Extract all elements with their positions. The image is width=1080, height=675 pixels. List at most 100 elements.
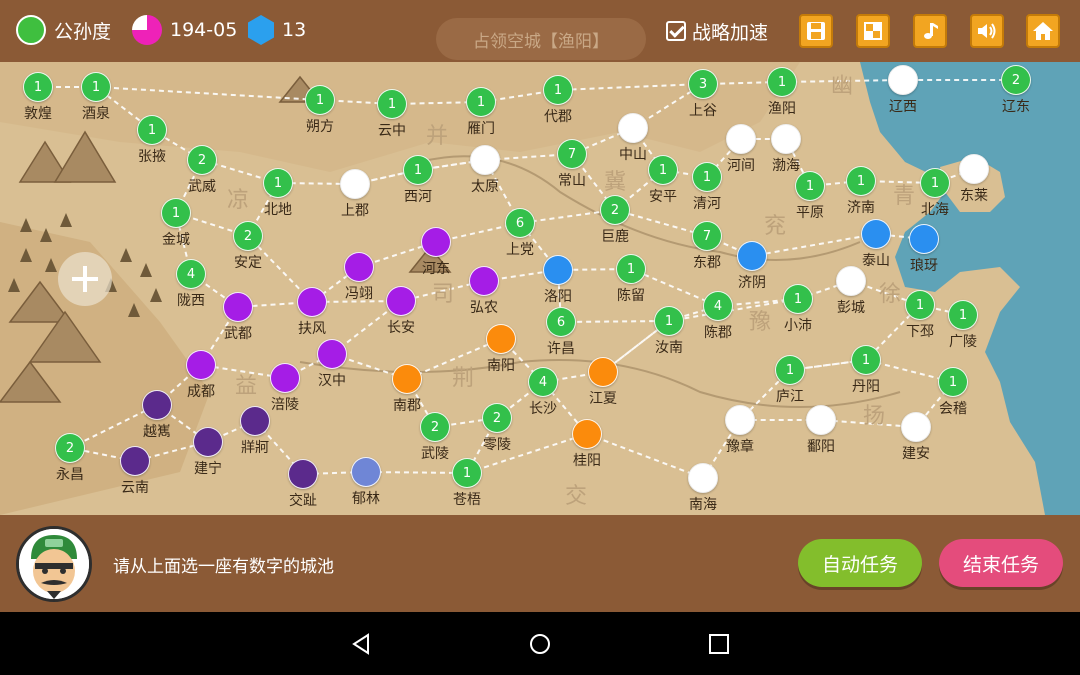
- zoom-in-button[interactable]: [58, 252, 112, 306]
- sound-button[interactable]: [970, 14, 1004, 48]
- city-marker[interactable]: 4: [528, 367, 558, 397]
- city-name: 济阴: [738, 275, 766, 291]
- city-marker[interactable]: [688, 463, 718, 493]
- city-marker[interactable]: [351, 457, 381, 487]
- city-marker[interactable]: 1: [783, 284, 813, 314]
- city-marker[interactable]: 2: [233, 221, 263, 251]
- city-marker[interactable]: 6: [546, 307, 576, 337]
- city-marker[interactable]: [240, 406, 270, 436]
- bottom-bar: 请从上面选一座有数字的城池 自动任务 结束任务: [0, 515, 1080, 612]
- city-marker[interactable]: 1: [23, 72, 53, 102]
- city-marker[interactable]: 1: [938, 367, 968, 397]
- city-marker[interactable]: 1: [648, 155, 678, 185]
- city-marker[interactable]: 1: [137, 115, 167, 145]
- city-marker[interactable]: [270, 363, 300, 393]
- city-marker[interactable]: [223, 292, 253, 322]
- city-marker[interactable]: 6: [505, 208, 535, 238]
- city-marker[interactable]: 1: [905, 290, 935, 320]
- city-marker[interactable]: 2: [482, 403, 512, 433]
- city-marker[interactable]: 1: [161, 198, 191, 228]
- city-marker[interactable]: 1: [654, 306, 684, 336]
- city-name: 张掖: [138, 149, 166, 165]
- city-marker[interactable]: [120, 446, 150, 476]
- accelerate-toggle[interactable]: 战略加速: [666, 16, 768, 46]
- strategy-map[interactable]: 幽 并 冀 青 凉 兖 司 徐 豫 荆 益 扬 交 1 敦煌 1 酒泉 1 张掖 2 武威 1 金…: [0, 62, 1080, 515]
- city-marker[interactable]: [861, 219, 891, 249]
- save-button[interactable]: [799, 14, 833, 48]
- city-marker[interactable]: 2: [600, 195, 630, 225]
- city-name: 弘农: [470, 300, 498, 316]
- home-button[interactable]: [1026, 14, 1060, 48]
- city-marker[interactable]: [618, 113, 648, 143]
- city-marker[interactable]: 1: [616, 254, 646, 284]
- checkbox-checked-icon[interactable]: [666, 21, 686, 41]
- city-marker[interactable]: 7: [692, 221, 722, 251]
- recents-icon[interactable]: [707, 632, 731, 656]
- city-marker[interactable]: [737, 241, 767, 271]
- city-name: 苍梧: [453, 492, 481, 508]
- city-marker[interactable]: [470, 145, 500, 175]
- city-marker[interactable]: 1: [851, 345, 881, 375]
- city-marker[interactable]: 2: [187, 145, 217, 175]
- city-marker[interactable]: 1: [466, 87, 496, 117]
- end-task-button[interactable]: 结束任务: [939, 539, 1063, 587]
- city-marker[interactable]: 1: [81, 72, 111, 102]
- city-marker[interactable]: [288, 459, 318, 489]
- city-marker[interactable]: [543, 255, 573, 285]
- city-marker[interactable]: [909, 224, 939, 254]
- city-marker[interactable]: 1: [305, 85, 335, 115]
- city-name: 陇西: [177, 293, 205, 309]
- city-name: 云中: [378, 123, 406, 139]
- music-button[interactable]: [913, 14, 947, 48]
- city-name: 彭城: [837, 300, 865, 316]
- city-marker[interactable]: [193, 427, 223, 457]
- city-marker[interactable]: [421, 227, 451, 257]
- city-marker[interactable]: [392, 364, 422, 394]
- city-marker[interactable]: [836, 266, 866, 296]
- city-marker[interactable]: 2: [1001, 65, 1031, 95]
- city-marker[interactable]: 1: [846, 166, 876, 196]
- city-marker[interactable]: 1: [452, 458, 482, 488]
- city-marker[interactable]: [588, 357, 618, 387]
- city-marker[interactable]: 1: [377, 89, 407, 119]
- city-marker[interactable]: [186, 350, 216, 380]
- city-marker[interactable]: [771, 124, 801, 154]
- city-marker[interactable]: 1: [692, 162, 722, 192]
- city-marker[interactable]: 1: [948, 300, 978, 330]
- city-marker[interactable]: [297, 287, 327, 317]
- city-marker[interactable]: [340, 169, 370, 199]
- back-icon[interactable]: [349, 632, 373, 656]
- home-nav-icon[interactable]: [528, 632, 552, 656]
- city-marker[interactable]: 7: [557, 139, 587, 169]
- city-marker[interactable]: [572, 419, 602, 449]
- city-marker[interactable]: 2: [55, 433, 85, 463]
- city-marker[interactable]: [726, 124, 756, 154]
- city-marker[interactable]: 1: [263, 168, 293, 198]
- city-marker[interactable]: [142, 390, 172, 420]
- city-marker[interactable]: [469, 266, 499, 296]
- city-name: 汝南: [655, 340, 683, 356]
- city-marker[interactable]: 4: [703, 291, 733, 321]
- city-marker[interactable]: 1: [403, 155, 433, 185]
- city-marker[interactable]: 4: [176, 259, 206, 289]
- city-marker[interactable]: [317, 339, 347, 369]
- city-marker[interactable]: 1: [543, 75, 573, 105]
- city-name: 济南: [847, 200, 875, 216]
- city-marker[interactable]: 2: [420, 412, 450, 442]
- city-marker[interactable]: 1: [767, 67, 797, 97]
- auto-task-button[interactable]: 自动任务: [798, 539, 922, 587]
- city-marker[interactable]: 1: [775, 355, 805, 385]
- city-name: 洛阳: [544, 289, 572, 305]
- city-marker[interactable]: [486, 324, 516, 354]
- layout-button[interactable]: [856, 14, 890, 48]
- city-name: 北地: [264, 202, 292, 218]
- city-marker[interactable]: [344, 252, 374, 282]
- city-marker[interactable]: [386, 286, 416, 316]
- city-marker[interactable]: [959, 154, 989, 184]
- city-marker[interactable]: [901, 412, 931, 442]
- city-marker[interactable]: [888, 65, 918, 95]
- city-marker[interactable]: [725, 405, 755, 435]
- region-label: 幽: [830, 74, 854, 99]
- city-marker[interactable]: [806, 405, 836, 435]
- city-marker[interactable]: 3: [688, 69, 718, 99]
